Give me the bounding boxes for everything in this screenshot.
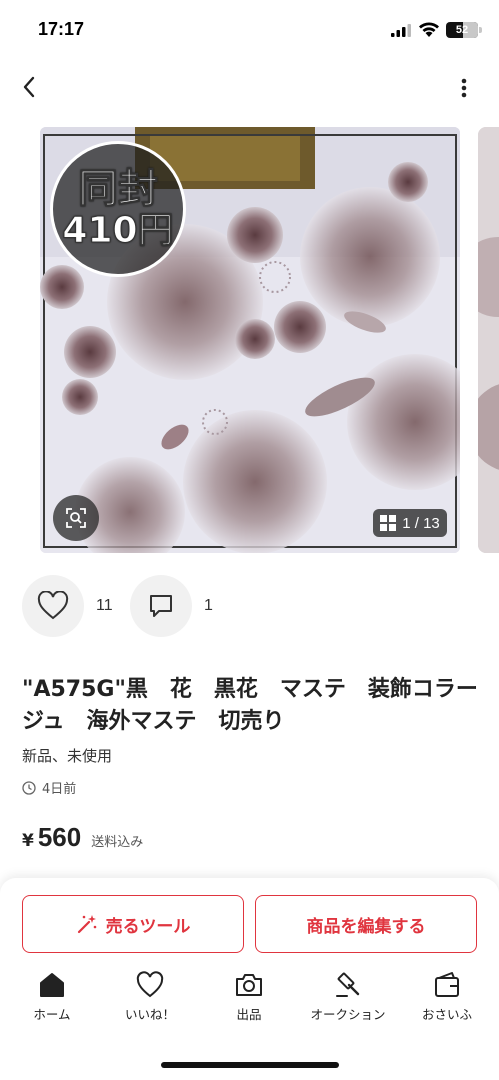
status-bar: 17:17 52: [0, 0, 499, 60]
promo-line1: 同封: [78, 166, 159, 212]
comment-count: 1: [204, 597, 213, 614]
more-options-button[interactable]: [450, 72, 478, 104]
like-button[interactable]: [22, 575, 84, 637]
tab-wallet[interactable]: おさいふ: [402, 970, 492, 1023]
image-search-icon: [66, 508, 86, 528]
grid-icon: [380, 515, 397, 531]
comment-icon: [150, 595, 172, 617]
tab-listing-label: 出品: [236, 1007, 262, 1022]
tab-listing[interactable]: 出品: [204, 970, 294, 1023]
comment-button[interactable]: [130, 575, 192, 637]
posted-time-text: 4日前: [42, 782, 77, 797]
tab-wallet-label: おさいふ: [421, 1007, 472, 1022]
edit-item-button[interactable]: 商品を編集する: [255, 895, 477, 953]
item-condition: 新品、未使用: [22, 747, 113, 765]
next-photo: [478, 127, 499, 553]
sell-tool-label: 売るツール: [105, 916, 191, 937]
wallet-icon: [435, 972, 459, 997]
price: ¥ 560 送料込み: [22, 822, 143, 853]
home-indicator: [161, 1062, 339, 1068]
like-count: 11: [96, 597, 113, 614]
heart-icon: [37, 591, 69, 620]
bottom-action-sheet: 売るツール 商品を編集する ホーム いいね！ 出品 オークション おさいふ: [0, 878, 499, 1080]
heart-icon: [136, 971, 164, 998]
tab-bar: ホーム いいね！ 出品 オークション おさいふ: [0, 970, 499, 1030]
image-counter[interactable]: 1 / 13: [373, 509, 447, 537]
next-product-image[interactable]: [478, 127, 499, 553]
signal-icon: [391, 24, 411, 37]
battery-percent: 52: [455, 24, 469, 36]
image-carousel[interactable]: 同封 410円 1 / 13: [0, 127, 499, 553]
tab-home[interactable]: ホーム: [7, 970, 97, 1023]
back-button[interactable]: [14, 72, 44, 102]
camera-icon: [236, 974, 262, 996]
more-vertical-icon: [461, 78, 467, 98]
product-image[interactable]: 同封 410円 1 / 13: [40, 127, 460, 553]
tab-auction[interactable]: オークション: [303, 970, 393, 1023]
currency-symbol: ¥: [22, 831, 34, 851]
chevron-left-icon: [23, 76, 35, 98]
shipping-note: 送料込み: [91, 835, 144, 850]
tab-likes-label: いいね！: [124, 1007, 175, 1022]
status-time: 17:17: [38, 19, 85, 39]
item-title: "A575G"黒 花 黒花 マステ 装飾コラージュ 海外マステ 切売り: [22, 677, 478, 734]
gavel-icon: [336, 972, 360, 997]
shipping-promo-badge: 同封 410円: [50, 141, 186, 277]
edit-item-label: 商品を編集する: [306, 916, 426, 937]
tab-home-label: ホーム: [33, 1007, 71, 1022]
image-search-button[interactable]: [53, 495, 99, 541]
tab-likes[interactable]: いいね！: [105, 970, 195, 1023]
image-counter-text: 1 / 13: [402, 514, 440, 532]
clock-icon: [22, 780, 36, 795]
sell-tool-button[interactable]: 売るツール: [22, 895, 244, 953]
promo-line2: 410円: [62, 210, 174, 251]
battery-indicator: 52: [446, 22, 478, 38]
posted-time: 4日前: [22, 778, 76, 797]
magic-wand-icon: [77, 915, 96, 934]
home-icon: [40, 973, 64, 997]
wifi-icon: [419, 22, 439, 37]
price-amount: 560: [37, 822, 82, 852]
tab-auction-label: オークション: [310, 1007, 386, 1022]
battery-tip: [479, 27, 482, 33]
